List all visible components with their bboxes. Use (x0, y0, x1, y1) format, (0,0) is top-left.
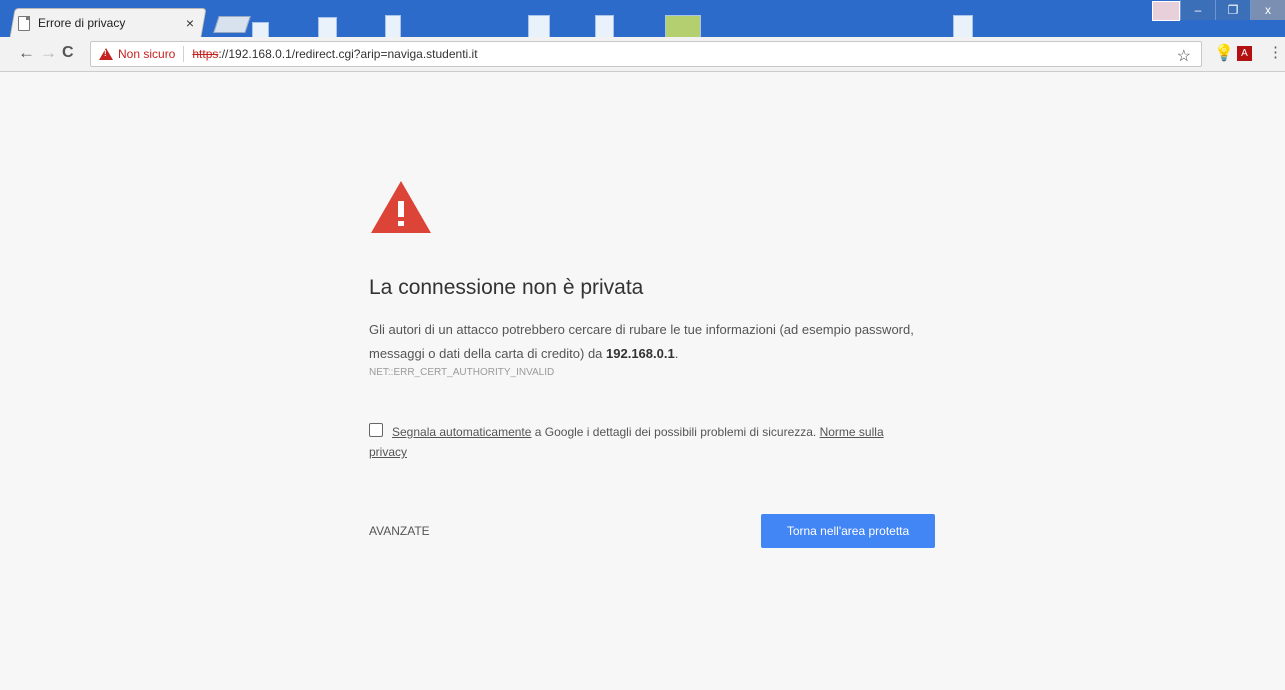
new-tab-button[interactable] (213, 16, 251, 33)
description-suffix: . (674, 346, 679, 361)
pdf-extension-icon[interactable]: A (1237, 46, 1252, 61)
security-label[interactable]: Non sicuro (118, 47, 175, 61)
background-taskbar-icon (252, 22, 269, 37)
forward-button[interactable]: → (40, 44, 57, 62)
separator (183, 46, 185, 62)
interstitial-page: La connessione non è privata Gli autori … (0, 72, 1285, 690)
privacy-link-part2[interactable]: privacy (369, 445, 407, 459)
url-scheme: https (192, 47, 219, 61)
background-taskbar-icon (953, 15, 973, 37)
bookmark-star-icon[interactable]: ☆ (1177, 46, 1191, 66)
background-taskbar-icon (528, 15, 550, 37)
reload-button[interactable]: C (62, 44, 74, 62)
warning-triangle-icon (371, 181, 431, 233)
tab-title: Errore di privacy (38, 16, 126, 30)
tab-close-icon[interactable]: × (182, 15, 198, 31)
page-title: La connessione non è privata (369, 276, 644, 299)
active-tab-content[interactable]: Errore di privacy × (18, 12, 198, 34)
minimize-button[interactable]: – (1180, 0, 1215, 20)
page-icon (18, 15, 30, 31)
background-taskbar-icon (595, 15, 614, 37)
close-window-button[interactable]: x (1250, 0, 1285, 20)
not-secure-warning-icon[interactable] (99, 48, 113, 60)
profile-button[interactable] (1152, 1, 1180, 21)
advanced-button[interactable]: AVANZATE (369, 524, 430, 538)
privacy-link-part1[interactable]: Norme sulla (820, 425, 884, 439)
report-link[interactable]: Segnala automaticamente (392, 425, 531, 439)
report-description: a Google i dettagli dei possibili proble… (531, 425, 820, 439)
browser-menu-icon[interactable]: ⋮ (1268, 43, 1283, 61)
background-taskbar-icon (318, 17, 337, 37)
tab-strip: Errore di privacy × – ❐ x (0, 0, 1285, 37)
report-text: Segnala automaticamente a Google i detta… (392, 421, 932, 444)
error-code: NET::ERR_CERT_AUTHORITY_INVALID (369, 367, 555, 378)
host-name: 192.168.0.1 (606, 346, 675, 361)
maximize-button[interactable]: ❐ (1215, 0, 1250, 20)
extension-bulb-icon[interactable]: 💡 (1214, 43, 1234, 63)
error-description: Gli autori di un attacco potrebbero cerc… (369, 318, 929, 366)
browser-toolbar: ← → C Non sicuro https ://192.168.0.1/re… (0, 37, 1285, 72)
window-controls: – ❐ x (1180, 0, 1285, 20)
address-bar[interactable]: Non sicuro https ://192.168.0.1/redirect… (90, 41, 1202, 67)
back-button[interactable]: ← (18, 44, 35, 62)
url-text: ://192.168.0.1/redirect.cgi?arip=naviga.… (218, 47, 478, 61)
background-taskbar-icon (385, 15, 401, 37)
back-to-safety-button[interactable]: Torna nell'area protetta (761, 514, 935, 548)
report-checkbox[interactable] (369, 423, 383, 437)
background-taskbar-icon (665, 15, 701, 37)
